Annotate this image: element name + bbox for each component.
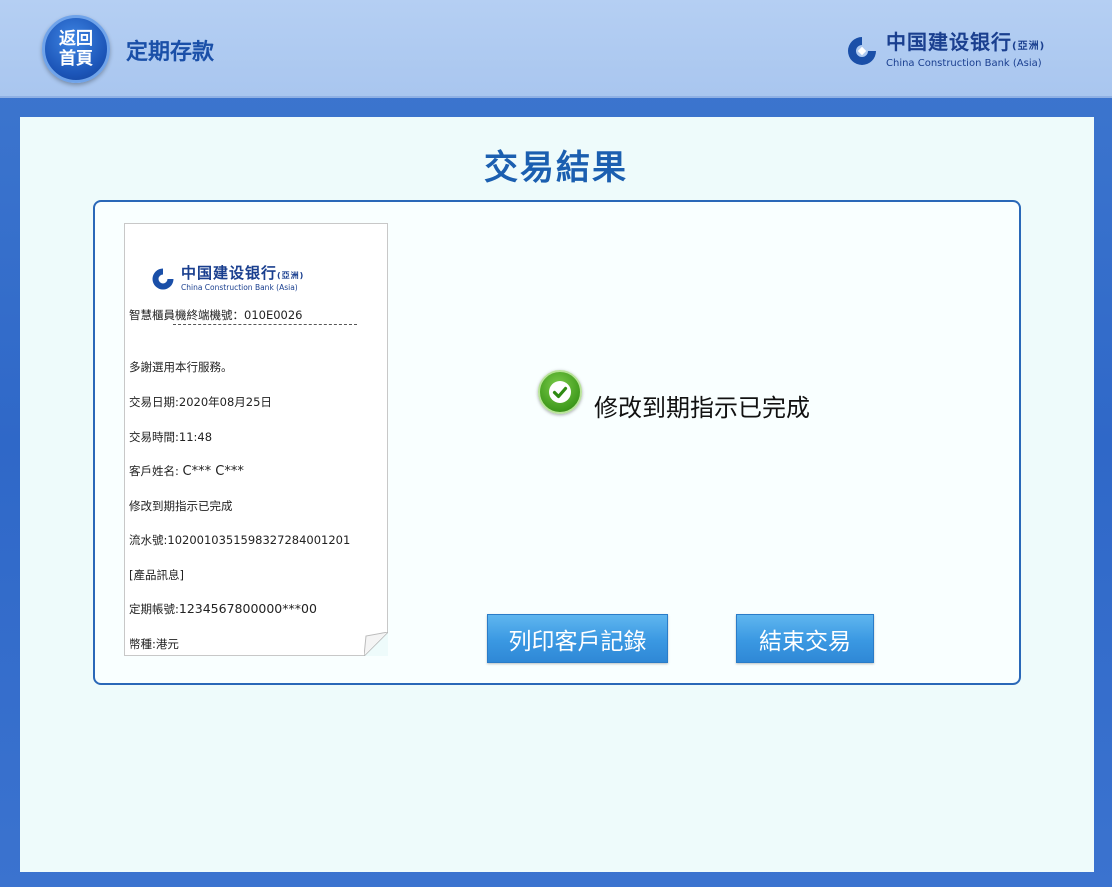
- end-transaction-button[interactable]: 結束交易: [736, 614, 874, 663]
- receipt-customer-name: C*** C***: [182, 464, 244, 479]
- receipt-logo-cn-suffix: (亞洲): [277, 271, 305, 280]
- receipt-currency: 幣種:港元: [129, 637, 179, 651]
- receipt-logo-en: China Construction Bank (Asia): [181, 283, 298, 292]
- logo-cn-suffix: (亞洲): [1012, 41, 1046, 52]
- logo-en-text: China Construction Bank (Asia): [886, 58, 1042, 69]
- receipt-account: 定期帳號:1234567800000***00: [129, 601, 317, 617]
- receipt-customer-label: 客戶姓名:: [129, 464, 179, 478]
- result-message: 修改到期指示已完成: [594, 394, 810, 422]
- receipt-result: 修改到期指示已完成: [129, 499, 233, 513]
- receipt-customer: 客戶姓名: C*** C***: [129, 463, 244, 479]
- receipt-account-label: 定期帳號:: [129, 602, 179, 616]
- receipt-date: 交易日期:2020年08月25日: [129, 395, 272, 409]
- receipt-divider: [173, 324, 357, 325]
- receipt-preview: 中国建设银行(亞洲) China Construction Bank (Asia…: [124, 223, 388, 656]
- bank-logo: 中国建设银行(亞洲) China Construction Bank (Asia…: [846, 32, 1045, 69]
- home-button[interactable]: 返回首頁: [42, 15, 110, 83]
- ccb-logo-icon: [151, 267, 175, 291]
- ccb-logo-icon: [846, 35, 878, 67]
- receipt-time: 交易時間:11:48: [129, 430, 213, 444]
- receipt-thanks: 多謝選用本行服務。: [129, 360, 233, 374]
- receipt-logo-cn: 中国建设银行: [181, 264, 278, 282]
- receipt-product-info: [產品訊息]: [129, 568, 184, 582]
- receipt-account-no: 1234567800000***00: [178, 601, 317, 616]
- receipt-logo: 中国建设银行(亞洲) China Construction Bank (Asia…: [151, 266, 304, 292]
- home-button-label: 返回首頁: [59, 29, 93, 69]
- page-section-title: 定期存款: [126, 40, 215, 65]
- page-fold-icon: [364, 632, 388, 656]
- header-bar: 返回首頁 定期存款 中国建设银行(亞洲) China Construction …: [0, 0, 1112, 98]
- receipt-serial: 流水號:1020010351598327284001201: [129, 533, 351, 547]
- result-status: 修改到期指示已完成: [538, 360, 810, 423]
- receipt-terminal: 智慧櫃員機終端機號：010E0026: [129, 308, 303, 322]
- logo-cn-text: 中国建设银行: [886, 30, 1012, 54]
- print-record-button[interactable]: 列印客戶記錄: [487, 614, 668, 663]
- check-circle-icon: [538, 369, 582, 414]
- page-title: 交易結果: [484, 148, 628, 188]
